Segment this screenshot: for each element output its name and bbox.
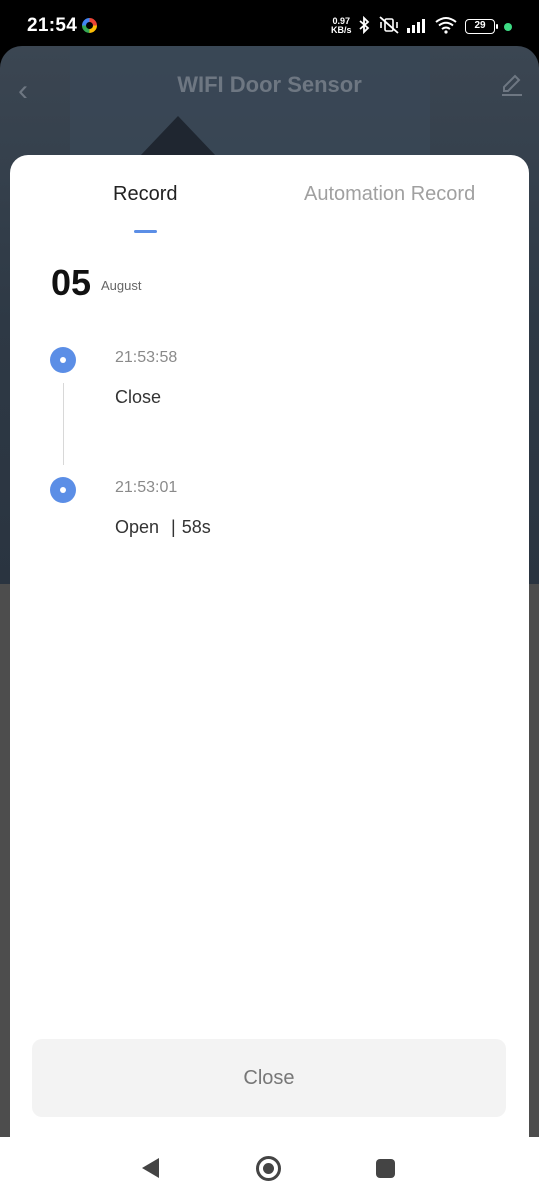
active-tab-indicator xyxy=(134,230,157,233)
signal-icon xyxy=(407,19,425,33)
bluetooth-icon xyxy=(359,16,370,34)
status-bar: 21:54 0.97 KB/s 29 xyxy=(0,0,539,48)
nav-home-icon[interactable] xyxy=(256,1156,281,1181)
nav-back-icon[interactable] xyxy=(142,1158,159,1178)
date-month: August xyxy=(101,278,142,293)
timeline-dot-icon xyxy=(50,477,76,503)
timeline-connector xyxy=(63,383,64,465)
record-duration: 58s xyxy=(181,517,211,537)
record-time: 21:53:01 xyxy=(115,479,178,496)
date-day: 05 xyxy=(51,262,92,303)
background-lamp xyxy=(140,116,216,156)
close-button[interactable]: Close xyxy=(32,1039,506,1117)
background-scene xyxy=(70,46,430,156)
record-event: Open | 58s xyxy=(115,517,211,538)
timeline-dot-icon xyxy=(50,347,76,373)
tab-record[interactable]: Record xyxy=(113,183,177,206)
network-speed-unit: KB/s xyxy=(331,25,352,35)
network-speed: 0.97 KB/s xyxy=(331,17,352,35)
active-indicator-dot xyxy=(504,23,512,31)
wifi-icon xyxy=(435,17,457,34)
record-time: 21:53:58 xyxy=(115,349,178,366)
battery-icon: 29 xyxy=(465,19,498,34)
record-sheet: Record Automation Record 05 August 21:53… xyxy=(10,155,529,1140)
record-event: Close xyxy=(115,387,161,408)
google-icon xyxy=(82,18,97,33)
duration-separator: | xyxy=(171,517,176,537)
edit-icon[interactable] xyxy=(500,73,524,97)
navigation-bar xyxy=(0,1137,539,1200)
record-event-label: Open xyxy=(115,517,160,537)
status-time: 21:54 xyxy=(27,15,78,36)
record-event-label: Close xyxy=(115,387,162,407)
page-title: WIFI Door Sensor xyxy=(177,72,362,97)
nav-recents-icon[interactable] xyxy=(376,1159,395,1178)
screen: 21:54 0.97 KB/s 29 ‹ WIFI Door Sensor Re… xyxy=(0,0,539,1200)
vibrate-off-icon xyxy=(379,16,399,34)
tab-automation-record[interactable]: Automation Record xyxy=(304,183,475,206)
